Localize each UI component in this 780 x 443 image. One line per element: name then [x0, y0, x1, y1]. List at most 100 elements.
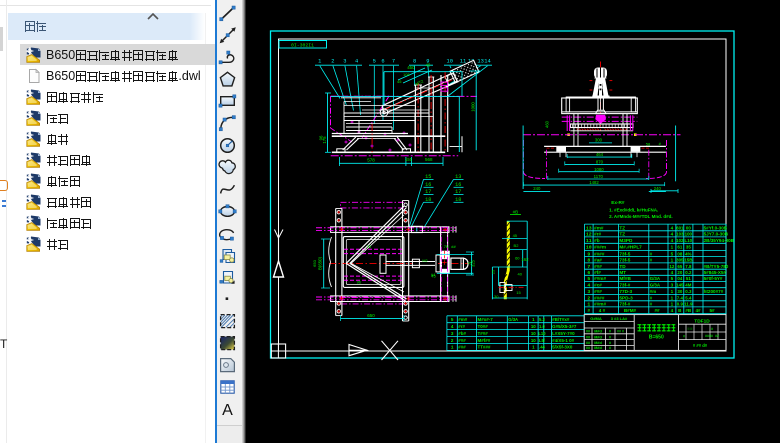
- svg-text:4M: 4M: [685, 282, 691, 287]
- svg-text:l l l: l l l: [688, 327, 693, 331]
- svg-text:5#0f-5Y#: 5#0f-5Y#: [704, 276, 723, 281]
- svg-text:#f#: #f#: [594, 270, 601, 275]
- svg-text:450: 450: [407, 65, 415, 70]
- svg-text:L10: L10: [685, 238, 693, 243]
- svg-text:8: 8: [413, 59, 416, 65]
- svg-text:M3PD: M3PD: [619, 238, 633, 243]
- svg-text:4: 4: [355, 59, 358, 65]
- svg-text:15B: 15B: [684, 258, 692, 263]
- svg-text:A: A: [222, 402, 233, 419]
- svg-text:96: 96: [319, 135, 324, 140]
- svg-text:08: 08: [677, 251, 682, 256]
- svg-text:00: 00: [686, 225, 691, 230]
- svg-text:#: #: [588, 308, 591, 313]
- svg-text:#: #: [650, 251, 653, 256]
- svg-text:M#d: M#d: [594, 341, 602, 345]
- svg-text:10: 10: [447, 59, 453, 65]
- svg-text:40: 40: [426, 63, 431, 68]
- svg-text:#: #: [650, 258, 653, 263]
- svg-text:##: ##: [654, 308, 660, 313]
- svg-text:3: 3: [451, 331, 454, 337]
- svg-text:30: 30: [677, 289, 682, 294]
- svg-text:1000: 1000: [471, 102, 476, 112]
- svg-text:###: ###: [458, 338, 466, 343]
- svg-text:TZ: TZ: [619, 232, 625, 237]
- svg-text:B(650): B(650): [317, 256, 322, 269]
- svg-text:1: 1: [671, 295, 674, 300]
- svg-text:300: 300: [595, 138, 603, 143]
- svg-text:8: 8: [587, 258, 590, 264]
- svg-text:464: 464: [596, 152, 604, 157]
- svg-text:L5/: L5/: [539, 338, 546, 343]
- svg-text:35: 35: [686, 245, 691, 250]
- svg-text:##: ##: [586, 330, 591, 334]
- svg-text:5.3: 5.3: [539, 317, 545, 322]
- svg-text:102: 102: [676, 238, 684, 243]
- svg-text:B2: B2: [514, 243, 520, 248]
- svg-text:3: 3: [587, 289, 590, 295]
- svg-text:73f-#: 73f-#: [619, 302, 630, 307]
- svg-text:1: 1: [587, 302, 590, 308]
- svg-text:0.9: 0.9: [677, 302, 684, 307]
- svg-text:5: 5: [373, 59, 376, 65]
- svg-text:1.0: 1.0: [539, 324, 545, 329]
- svg-text:4: 4: [671, 270, 674, 275]
- svg-text:3: 3: [343, 59, 346, 65]
- svg-text:4%: 4%: [685, 251, 691, 256]
- svg-text:B=650: B=650: [649, 334, 664, 340]
- svg-text:45: 45: [513, 233, 518, 238]
- svg-text:#B: #B: [685, 308, 692, 313]
- svg-text:##: ##: [451, 244, 456, 249]
- svg-text:240: 240: [533, 186, 541, 191]
- svg-text:1170: 1170: [594, 174, 604, 179]
- svg-text:###: ###: [458, 345, 466, 350]
- svg-text:L#X5Y-7#0: L#X5Y-7#0: [552, 331, 575, 336]
- svg-text:#: #: [711, 327, 714, 331]
- svg-text:45: 45: [397, 79, 402, 84]
- svg-text:B: B: [678, 308, 682, 313]
- svg-text:145: 145: [676, 282, 684, 287]
- svg-text:13: 13: [586, 225, 592, 231]
- svg-text:G/3A: G/3A: [650, 276, 661, 281]
- svg-text:##: ##: [586, 341, 591, 345]
- svg-text:#B/T#x#: #B/T#x#: [552, 317, 570, 322]
- svg-text:10: 10: [531, 324, 536, 329]
- svg-text:4: 4: [671, 238, 674, 243]
- svg-text:5#Yf.0-30B: 5#Yf.0-30B: [704, 225, 728, 230]
- svg-text:#: #: [650, 302, 653, 307]
- svg-text:460: 460: [545, 120, 550, 128]
- svg-text:4 #: 4 #: [599, 308, 606, 313]
- svg-text:#a#: #a#: [594, 258, 602, 263]
- svg-text:##m#: ##m#: [594, 302, 606, 307]
- svg-text:TZ: TZ: [619, 225, 625, 230]
- svg-text:4: 4: [671, 232, 674, 237]
- svg-text:2: 2: [587, 295, 590, 301]
- svg-text:11: 11: [586, 238, 592, 244]
- svg-text:#: #: [683, 335, 685, 339]
- svg-text:1: 1: [451, 345, 454, 351]
- svg-text:04: 04: [677, 276, 682, 281]
- svg-text:1: 1: [671, 289, 674, 294]
- svg-text:MT: MT: [619, 270, 626, 275]
- svg-text:650: 650: [312, 259, 317, 266]
- svg-text:1: 1: [318, 59, 321, 65]
- svg-text:M#.#HPL7: M#.#HPL7: [619, 245, 642, 250]
- svg-text:4#: 4#: [695, 308, 701, 313]
- svg-text:G/3A: G/3A: [650, 282, 661, 287]
- svg-text:#B: #B: [513, 209, 519, 214]
- svg-text:# ## d#: # ## d#: [693, 343, 708, 348]
- svg-text:0I-302I1: 0I-302I1: [291, 43, 314, 49]
- svg-text:51: 51: [686, 276, 691, 281]
- svg-text:65: 65: [677, 264, 682, 269]
- svg-text:#r#: #r#: [458, 324, 465, 329]
- svg-text:#: #: [650, 295, 653, 300]
- svg-text:30: 30: [494, 294, 499, 299]
- svg-text:##: ##: [586, 335, 591, 339]
- svg-text:10: 10: [531, 331, 536, 336]
- svg-text:#: #: [609, 346, 612, 350]
- svg-text:Ex-R#: Ex-R#: [611, 200, 625, 205]
- svg-text:M2: M2: [422, 259, 427, 263]
- svg-text:1. #Exd#ddL k#HuFNA.: 1. #Exd#ddL k#HuFNA.: [609, 207, 658, 212]
- svg-text:103: 103: [676, 232, 684, 237]
- svg-text:M#x#-7: M#x#-7: [478, 317, 494, 322]
